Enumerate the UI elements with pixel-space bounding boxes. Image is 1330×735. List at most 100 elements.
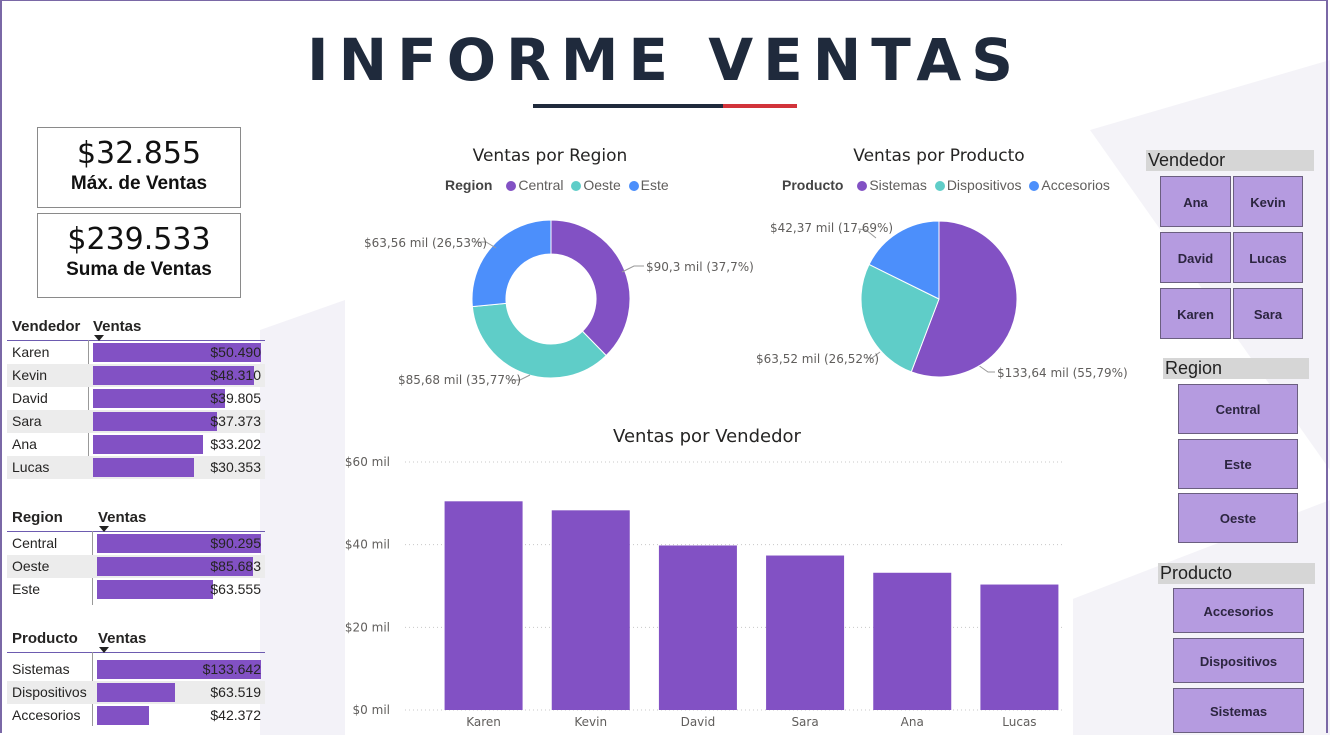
- kpi-value: $32.855: [76, 136, 202, 171]
- data-label: $85,68 mil (35,77%): [398, 373, 522, 387]
- slicer-item-dispositivos[interactable]: Dispositivos: [1173, 638, 1304, 683]
- pie-slice-oeste[interactable]: [471, 302, 607, 379]
- row-label: Kevin: [12, 367, 48, 383]
- legend-swatch-icon: [628, 181, 639, 191]
- kpi-label: Suma de Ventas: [66, 259, 212, 280]
- bar-ana[interactable]: [873, 572, 952, 710]
- slicer-title-region: Region: [1163, 358, 1309, 379]
- table-row[interactable]: Sistemas $133.642: [7, 658, 265, 681]
- row-value: $30.353: [210, 459, 261, 475]
- row-value: $63.519: [210, 684, 261, 700]
- data-label: $63,56 mil (26,53%): [364, 236, 488, 250]
- column-header-region[interactable]: Region: [12, 509, 63, 526]
- data-label: $63,52 mil (26,52%): [756, 352, 880, 366]
- row-label: Central: [12, 535, 58, 551]
- table-row[interactable]: Este $63.555: [7, 578, 265, 601]
- row-value: $39.805: [210, 390, 261, 406]
- table-row[interactable]: David $39.805: [7, 387, 265, 410]
- legend-swatch-icon: [1029, 181, 1040, 191]
- table-row[interactable]: Central $90.295: [7, 532, 265, 555]
- legend-title: Region: [445, 177, 493, 193]
- table-row[interactable]: Accesorios $42.372: [7, 704, 265, 727]
- data-bar: [93, 458, 194, 477]
- pie-chart-producto[interactable]: [859, 219, 1019, 379]
- table-vendedor[interactable]: Vendedor Ventas Karen $50.490 Kevin $48.31…: [7, 318, 265, 479]
- table-row[interactable]: Dispositivos $63.519: [7, 681, 265, 704]
- kpi-card-max[interactable]: $32.855 Máx. de Ventas: [37, 127, 241, 208]
- legend-swatch-icon: [506, 181, 517, 191]
- column-header-vendedor[interactable]: Vendedor: [12, 318, 80, 335]
- row-label: Sistemas: [12, 661, 70, 677]
- donut-chart-region[interactable]: [470, 218, 632, 380]
- x-tick-label: Kevin: [574, 715, 607, 729]
- row-label: Oeste: [12, 558, 50, 574]
- slicer-item-accesorios[interactable]: Accesorios: [1173, 588, 1304, 633]
- x-tick-label: Ana: [901, 715, 924, 729]
- bar-lucas[interactable]: [980, 584, 1059, 710]
- bar-karen[interactable]: [444, 501, 523, 710]
- column-header-ventas[interactable]: Ventas: [98, 509, 146, 526]
- slicer-item-central[interactable]: Central: [1178, 384, 1298, 434]
- slicer-item-oeste[interactable]: Oeste: [1178, 493, 1298, 543]
- data-bar: [97, 706, 149, 725]
- legend-entry[interactable]: Accesorios: [1041, 177, 1109, 193]
- column-header-producto[interactable]: Producto: [12, 630, 78, 647]
- slicer-item-karen[interactable]: Karen: [1160, 288, 1231, 339]
- row-label: Ana: [12, 436, 37, 452]
- table-row[interactable]: Lucas $30.353: [7, 456, 265, 479]
- table-row[interactable]: Karen $50.490: [7, 341, 265, 364]
- bar-chart-vendedor[interactable]: $0 mil $20 mil $40 mil $60 mil Karen Kevin Dav…: [345, 445, 1073, 735]
- table-row[interactable]: Oeste $85.683: [7, 555, 265, 578]
- row-value: $48.310: [210, 367, 261, 383]
- legend-region: Region Central Oeste Este: [445, 177, 669, 193]
- slicer-item-lucas[interactable]: Lucas: [1233, 232, 1303, 283]
- slicer-item-kevin[interactable]: Kevin: [1233, 176, 1303, 227]
- table-header: Region Ventas: [7, 509, 265, 532]
- row-value: $37.373: [210, 413, 261, 429]
- kpi-card-sum[interactable]: $239.533 Suma de Ventas: [37, 213, 241, 298]
- legend-entry[interactable]: Sistemas: [869, 177, 927, 193]
- row-value: $50.490: [210, 344, 261, 360]
- data-label: $133,64 mil (55,79%): [997, 366, 1128, 380]
- row-value: $42.372: [210, 707, 261, 723]
- row-label: David: [12, 390, 48, 406]
- kpi-value: $239.533: [67, 222, 211, 257]
- pie-slice-este[interactable]: [471, 219, 552, 308]
- chart-title-producto: Ventas por Producto: [853, 146, 1025, 166]
- y-tick-label: $0 mil: [353, 703, 390, 717]
- table-row[interactable]: Sara $37.373: [7, 410, 265, 433]
- slicer-item-sara[interactable]: Sara: [1233, 288, 1303, 339]
- row-label: Karen: [12, 344, 50, 360]
- bar-david[interactable]: [658, 545, 737, 710]
- title-underline: [533, 104, 797, 108]
- table-row[interactable]: Ana $33.202: [7, 433, 265, 456]
- pie-slice-central[interactable]: [550, 219, 631, 357]
- sort-desc-icon[interactable]: [99, 647, 109, 653]
- slicer-item-sistemas[interactable]: Sistemas: [1173, 688, 1304, 733]
- y-tick-label: $60 mil: [345, 455, 390, 469]
- legend-swatch-icon: [934, 181, 945, 191]
- y-tick-label: $40 mil: [345, 538, 390, 552]
- slicer-item-ana[interactable]: Ana: [1160, 176, 1231, 227]
- data-bar: [93, 412, 217, 431]
- bar-kevin[interactable]: [551, 510, 630, 710]
- bar-sara[interactable]: [766, 555, 845, 710]
- table-producto[interactable]: Producto Ventas Sistemas $133.642 Disposi…: [7, 630, 265, 727]
- slicer-title-vendedor: Vendedor: [1146, 150, 1314, 171]
- row-value: $133.642: [202, 661, 261, 677]
- column-header-ventas[interactable]: Ventas: [98, 630, 146, 647]
- x-tick-label: Lucas: [1002, 715, 1036, 729]
- data-bar: [93, 435, 203, 454]
- legend-entry[interactable]: Oeste: [583, 177, 620, 193]
- legend-entry[interactable]: Dispositivos: [947, 177, 1022, 193]
- slicer-item-david[interactable]: David: [1160, 232, 1231, 283]
- table-row[interactable]: Kevin $48.310: [7, 364, 265, 387]
- table-region[interactable]: Region Ventas Central $90.295 Oeste $85.68…: [7, 509, 265, 605]
- row-value: $90.295: [210, 535, 261, 551]
- row-label: Este: [12, 581, 41, 597]
- slicer-item-este[interactable]: Este: [1178, 439, 1298, 489]
- legend-entry[interactable]: Este: [641, 177, 669, 193]
- legend-entry[interactable]: Central: [518, 177, 563, 193]
- chart-title-vendedor: Ventas por Vendedor: [613, 426, 801, 447]
- column-header-ventas[interactable]: Ventas: [93, 318, 141, 335]
